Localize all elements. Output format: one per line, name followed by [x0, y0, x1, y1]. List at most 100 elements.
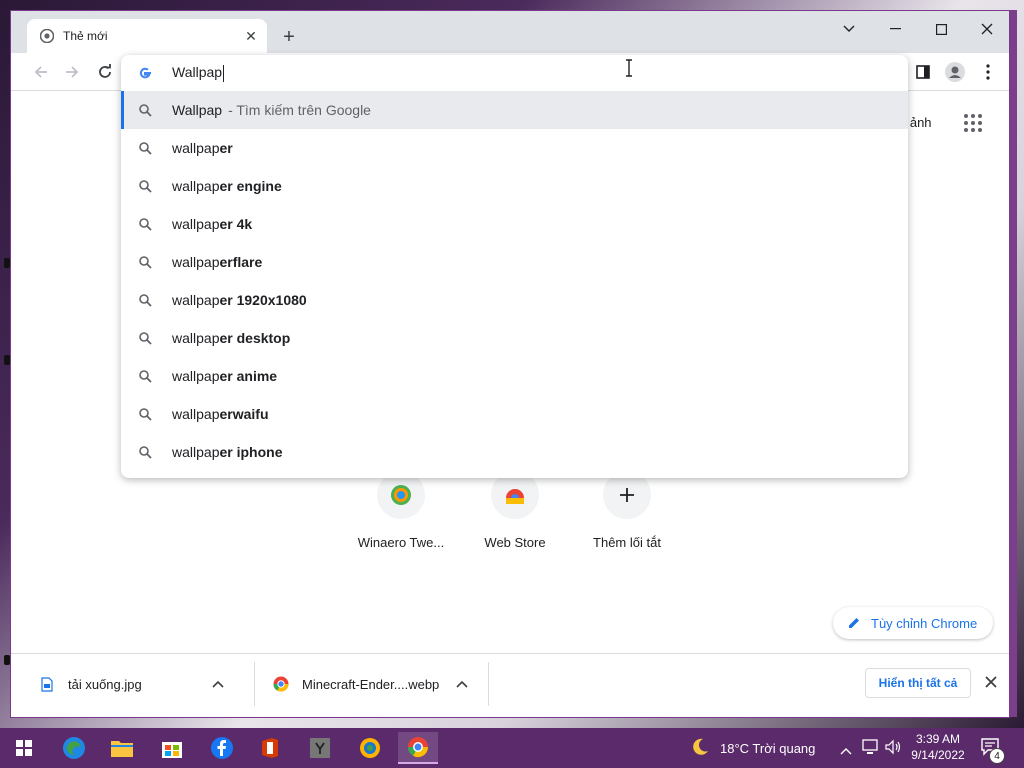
tab-close-icon[interactable]: ✕ — [241, 26, 261, 46]
close-shelf-icon[interactable] — [981, 672, 1001, 692]
start-windows-icon[interactable] — [4, 732, 44, 764]
system-clock[interactable]: 3:39 AM 9/14/2022 — [906, 731, 970, 763]
new-tab-plus-icon[interactable]: + — [277, 25, 301, 49]
minimize-button[interactable] — [873, 15, 917, 43]
clock-time: 3:39 AM — [915, 732, 961, 746]
moon-weather-icon — [690, 737, 710, 762]
forward-arrow-icon[interactable] — [60, 60, 84, 84]
maximize-button[interactable] — [919, 15, 963, 43]
chevron-up-icon[interactable] — [212, 677, 224, 691]
suggestion-text: wallpaper desktop — [172, 330, 296, 346]
winaero-tweaker-icon[interactable] — [350, 732, 390, 764]
search-icon — [138, 369, 152, 383]
suggestion-text: wallpaper iphone — [172, 444, 289, 460]
notification-count-badge: 4 — [989, 748, 1005, 764]
weather-text[interactable]: 18°C Trời quang — [720, 741, 815, 756]
show-hidden-icons-chevron-icon[interactable] — [840, 742, 852, 760]
side-panel-icon[interactable] — [911, 60, 935, 84]
pencil-icon — [847, 616, 861, 630]
address-bar-text: Wallpap — [172, 64, 223, 81]
suggestion-completion: er 1920x1080 — [219, 292, 307, 308]
suggestion-row[interactable]: wallpaper iphone — [121, 433, 908, 471]
suggestion-completion: er engine — [219, 178, 282, 194]
suggestion-completion: erflare — [219, 254, 263, 270]
google-g-icon — [137, 65, 153, 81]
facebook-icon[interactable] — [202, 732, 242, 764]
tab-search-chevron-icon[interactable] — [827, 15, 871, 43]
chevron-up-icon[interactable] — [456, 677, 468, 691]
suggestion-completion: er desktop — [219, 330, 291, 346]
menu-kebab-icon[interactable] — [976, 60, 1000, 84]
suggestion-text: wallpaper engine — [172, 178, 288, 194]
suggestion-text: wallpaperwaifu — [172, 406, 275, 422]
suggestion-typed: wallpap — [172, 444, 220, 460]
chrome-file-icon — [273, 676, 289, 692]
suggestion-row[interactable]: wallpaper engine — [121, 167, 908, 205]
reload-icon[interactable] — [93, 60, 117, 84]
tab-title: Thẻ mới — [63, 29, 108, 43]
edge-icon[interactable] — [54, 732, 94, 764]
file-explorer-icon[interactable] — [102, 732, 142, 764]
suggestion-row[interactable]: Wallpap - Tìm kiếm trên Google — [121, 91, 908, 129]
office-icon[interactable] — [250, 732, 290, 764]
profile-avatar-icon[interactable] — [943, 60, 967, 84]
show-all-downloads-button[interactable]: Hiển thị tất cả — [865, 668, 971, 698]
suggestion-row[interactable]: wallpaperflare — [121, 243, 908, 281]
suggestion-text: wallpaper 4k — [172, 216, 258, 232]
suggestion-completion: er anime — [219, 368, 278, 384]
search-icon — [138, 103, 152, 117]
suggestion-row[interactable]: wallpaper anime — [121, 357, 908, 395]
store-icon[interactable] — [152, 732, 192, 764]
suggestion-completion: er — [219, 140, 233, 156]
add-shortcut-plus-icon — [603, 471, 651, 519]
suggestion-row[interactable]: wallpaper desktop — [121, 319, 908, 357]
text-caret — [223, 64, 225, 82]
tab-new-tab[interactable]: Thẻ mới ✕ — [27, 19, 267, 53]
shortcut-label: Winaero Twe... — [357, 535, 445, 550]
suggestion-row[interactable]: wallpaper 1920x1080 — [121, 281, 908, 319]
ibeam-cursor-icon — [625, 59, 633, 77]
shortcut-web-store[interactable]: Web Store — [467, 471, 563, 550]
suggestion-text: wallpaper 1920x1080 — [172, 292, 313, 308]
suggestion-typed: wallpap — [172, 216, 220, 232]
suggestion-typed: wallpap — [172, 330, 220, 346]
suggestion-text: Wallpap - Tìm kiếm trên Google — [172, 102, 371, 118]
yammer-app-icon[interactable] — [300, 732, 340, 764]
back-arrow-icon[interactable] — [29, 60, 53, 84]
customize-chrome-button[interactable]: Tùy chỉnh Chrome — [833, 607, 994, 639]
suggestion-hint: - Tìm kiếm trên Google — [228, 102, 371, 118]
chrome-taskbar-icon[interactable] — [398, 732, 438, 764]
suggestion-row[interactable]: wallpaper — [121, 129, 908, 167]
shortcut-label: Thêm lối tắt — [593, 535, 661, 550]
shortcut-label: Web Store — [484, 535, 546, 550]
suggestion-list: Wallpap - Tìm kiếm trên Google wallpaper wa… — [121, 91, 908, 471]
volume-icon[interactable] — [884, 739, 902, 760]
suggestion-completion: erwaifu — [219, 406, 269, 422]
winaero-icon — [377, 471, 425, 519]
tab-strip: Thẻ mới ✕ + — [11, 11, 1009, 53]
shortcut-winaero[interactable]: Winaero Twe... — [353, 471, 449, 550]
suggestion-row[interactable]: wallpaper 4k — [121, 205, 908, 243]
clock-date: 9/14/2022 — [911, 748, 965, 762]
file-image-icon — [41, 676, 53, 692]
suggestion-row[interactable]: wallpaperwaifu — [121, 395, 908, 433]
download-item[interactable]: tải xuống.jpg — [11, 662, 255, 706]
suggestion-completion: er iphone — [219, 444, 283, 460]
network-icon[interactable] — [862, 739, 880, 760]
download-item[interactable]: Minecraft-Ender....webp — [255, 662, 489, 706]
suggestion-typed: wallpap — [172, 292, 220, 308]
search-icon — [138, 331, 152, 345]
suggestion-typed: wallpap — [172, 178, 220, 194]
close-window-button[interactable] — [965, 15, 1009, 43]
suggestion-typed: wallpap — [172, 368, 220, 384]
windows-taskbar: 18°C Trời quang 3:39 AM 9/14/2022 4 — [0, 728, 1024, 768]
download-filename: tải xuống.jpg — [68, 676, 142, 692]
suggestion-completion: er 4k — [219, 216, 253, 232]
suggestion-typed: wallpap — [172, 406, 220, 422]
omnibox-input-row[interactable]: Wallpap — [121, 55, 908, 91]
shortcut-add[interactable]: Thêm lối tắt — [579, 471, 675, 550]
download-filename: Minecraft-Ender....webp — [302, 676, 440, 692]
omnibox-dropdown: Wallpap Wallpap - Tìm kiếm trên Google wal… — [121, 55, 908, 478]
address-bar-input[interactable]: Wallpap — [172, 64, 225, 82]
google-apps-grid-icon[interactable] — [963, 113, 987, 137]
